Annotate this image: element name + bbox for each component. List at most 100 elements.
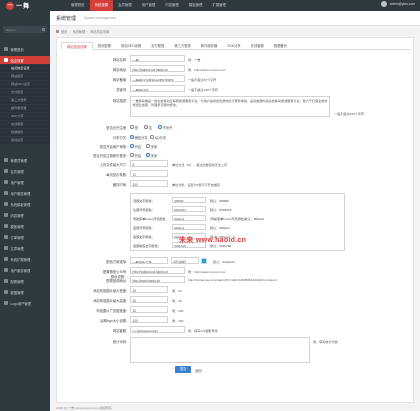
top-nav-item[interactable]: 管理首页 bbox=[66, 0, 90, 11]
sidebar-item[interactable]: 数据管理 bbox=[0, 288, 50, 296]
cache-input[interactable]: 300 bbox=[130, 180, 168, 187]
settings-tab[interactable]: 在线客服 bbox=[246, 42, 269, 50]
sidebar-search[interactable]: Search... bbox=[3, 26, 47, 33]
sidebar-item[interactable]: 文章管理 bbox=[0, 244, 50, 252]
logo[interactable]: 一 一舞 bbox=[6, 1, 48, 10]
img-width-input[interactable]: 15 bbox=[130, 286, 168, 293]
color-input[interactable]: #f0a1ef bbox=[172, 215, 206, 221]
sidebar-subitem[interactable]: 邮件服务器 bbox=[0, 105, 50, 113]
color-input[interactable]: #f0f0f0 bbox=[172, 197, 206, 203]
settings-tab[interactable]: 邮件服务器 bbox=[196, 42, 222, 50]
description-textarea[interactable]: 一舞移动端是一款全新移动互联网旅游服务平台，为用户提供最优质的出行服务体验，是目… bbox=[130, 96, 330, 117]
theme-color-input[interactable]: #21a3d3 bbox=[171, 257, 199, 264]
color-input[interactable]: #333333 bbox=[172, 206, 206, 212]
sidebar-item[interactable]: Logo用户管理 bbox=[0, 299, 50, 307]
user-menu[interactable]: admin@yiwu.com bbox=[380, 1, 415, 7]
top-nav-item[interactable]: 模板管理 bbox=[184, 0, 208, 11]
color-default: 默认：#333333 bbox=[210, 208, 232, 213]
top-nav-item[interactable]: 扩展管理 bbox=[207, 0, 231, 11]
label: 添加商品图片最大高度: bbox=[93, 298, 127, 303]
sidebar-subitem[interactable]: 网站首页 bbox=[0, 73, 50, 81]
radio-icon[interactable] bbox=[150, 135, 154, 139]
site-url-input[interactable]: http://yiqiduo.pa.haoid.cn bbox=[130, 65, 185, 72]
pagesize-input[interactable]: 10 bbox=[130, 170, 168, 177]
avatar[interactable] bbox=[380, 1, 387, 7]
sidebar-subitem[interactable]: 第三方登录 bbox=[0, 97, 50, 105]
sidebar-subitem[interactable]: SDK分享 bbox=[0, 113, 50, 121]
radio-option[interactable]: 否 bbox=[144, 125, 152, 130]
sidebar-item[interactable]: 系统模板管理 bbox=[0, 200, 50, 208]
sidebar-item[interactable]: 系统扩展管理 bbox=[0, 255, 50, 263]
sidebar-subitem[interactable]: 支付配置 bbox=[0, 89, 50, 97]
radio-option[interactable]: 是 bbox=[130, 125, 138, 130]
top-nav-item[interactable]: 会员管理 bbox=[113, 0, 137, 11]
sidebar-item[interactable]: 用户服务管理 bbox=[0, 266, 50, 274]
radio-icon[interactable] bbox=[130, 153, 134, 157]
breadcrumb-item[interactable]: 系统管理 bbox=[72, 29, 85, 34]
radio-icon[interactable] bbox=[130, 144, 134, 148]
settings-tab[interactable]: 网站信息设置 bbox=[61, 42, 93, 50]
sidebar-item[interactable]: 用户服务管理 bbox=[0, 189, 50, 197]
site-name-input[interactable]: 一舞 bbox=[130, 55, 185, 62]
qq-input[interactable]: QQ号码88888888 bbox=[130, 326, 185, 333]
settings-tab[interactable]: SDK分享 bbox=[222, 42, 245, 50]
sidebar-item[interactable]: 管理首页 bbox=[0, 45, 50, 53]
sidebar-subitem[interactable]: 数据备份 bbox=[0, 129, 50, 137]
radio-option[interactable]: 开启 bbox=[130, 153, 141, 158]
radio-icon[interactable] bbox=[158, 125, 162, 129]
adv-width-input[interactable]: 30 bbox=[130, 306, 168, 313]
radio-option[interactable]: 关闭 bbox=[146, 153, 157, 158]
weixin-input[interactable]: http://yiqiduo.pa.haoid.cn bbox=[130, 267, 185, 274]
radio-option[interactable]: 开启 bbox=[130, 144, 141, 149]
radio-icon[interactable] bbox=[146, 153, 150, 157]
sidebar-item[interactable]: 站点设置 bbox=[0, 56, 50, 64]
settings-tab[interactable]: 支付配置 bbox=[146, 42, 169, 50]
radio-icon[interactable] bbox=[144, 125, 148, 129]
max-upload-input[interactable]: 5 bbox=[130, 160, 168, 167]
search-icon[interactable] bbox=[41, 27, 45, 31]
sidebar-item[interactable]: 模板管理 bbox=[0, 222, 50, 230]
sidebar-item-label: 数据管理 bbox=[10, 290, 24, 295]
sidebar-item[interactable]: 配置管理 bbox=[0, 277, 50, 285]
radio-icon[interactable] bbox=[130, 125, 134, 129]
breadcrumb-item[interactable]: 网站信息设置 bbox=[90, 29, 109, 34]
radio-option[interactable]: 不允许 bbox=[158, 125, 172, 130]
sidebar-subitem[interactable]: 在线客服 bbox=[0, 121, 50, 129]
theme-select[interactable]: 一舞蓝色主题 bbox=[130, 257, 168, 264]
radio-icon[interactable] bbox=[146, 144, 150, 148]
submit-button[interactable]: 提交 bbox=[175, 366, 191, 373]
radio-option[interactable]: 微信分享 bbox=[130, 135, 147, 140]
sidebar-item[interactable]: 用户管理 bbox=[0, 178, 50, 186]
sidebar-subitem[interactable]: 站点信息设置 bbox=[0, 65, 50, 73]
radio-icon[interactable] bbox=[130, 135, 134, 139]
settings-tab[interactable]: 数据备份 bbox=[269, 42, 292, 50]
back-link[interactable]: 返回 bbox=[195, 368, 202, 373]
callback-input[interactable]: http://www.haoid.cn bbox=[130, 276, 185, 283]
logo-text: 一舞 bbox=[16, 4, 31, 10]
settings-tab[interactable]: 首页配置 bbox=[93, 42, 116, 50]
sidebar-subitem[interactable]: 网站SEO设置 bbox=[0, 81, 50, 89]
radio-option[interactable]: 关闭 bbox=[146, 144, 157, 149]
sidebar-subitem[interactable]: 其他设置 bbox=[0, 137, 50, 145]
settings-tab[interactable]: 第三方登录 bbox=[169, 42, 195, 50]
sidebar-item[interactable]: 会员管理 bbox=[0, 167, 50, 175]
settings-tab[interactable]: 网站SEO设置 bbox=[116, 42, 146, 50]
user-email[interactable]: admin@yiwu.com bbox=[390, 2, 415, 6]
color-input[interactable]: #f0a1ef bbox=[172, 224, 206, 230]
breadcrumb-item[interactable]: 首页 bbox=[61, 29, 67, 34]
keywords-input[interactable]: 一舞移动端 bbox=[130, 85, 185, 92]
img-height-input[interactable]: 15 bbox=[130, 296, 168, 303]
top-nav-item[interactable]: 系统设置 bbox=[89, 0, 114, 11]
breadcrumb-separator: › bbox=[87, 29, 89, 34]
sidebar-item[interactable]: 内容管理 bbox=[0, 211, 50, 219]
sidebar-item[interactable]: 订单管理 bbox=[0, 233, 50, 241]
icp-input[interactable]: 一舞移动互联网全球旅游服务 bbox=[130, 75, 185, 82]
home-icon[interactable] bbox=[56, 30, 59, 33]
sidebar-item[interactable]: 管理员管理 bbox=[0, 156, 50, 164]
logo-size-input[interactable]: 100 bbox=[130, 316, 168, 323]
top-nav-item[interactable]: 内容管理 bbox=[160, 0, 184, 11]
radio-option[interactable]: QQ分享 bbox=[150, 135, 166, 140]
stat-code-textarea[interactable] bbox=[130, 337, 310, 363]
theme-swatch[interactable] bbox=[201, 257, 207, 264]
top-nav-item[interactable]: 用户管理 bbox=[137, 0, 161, 11]
